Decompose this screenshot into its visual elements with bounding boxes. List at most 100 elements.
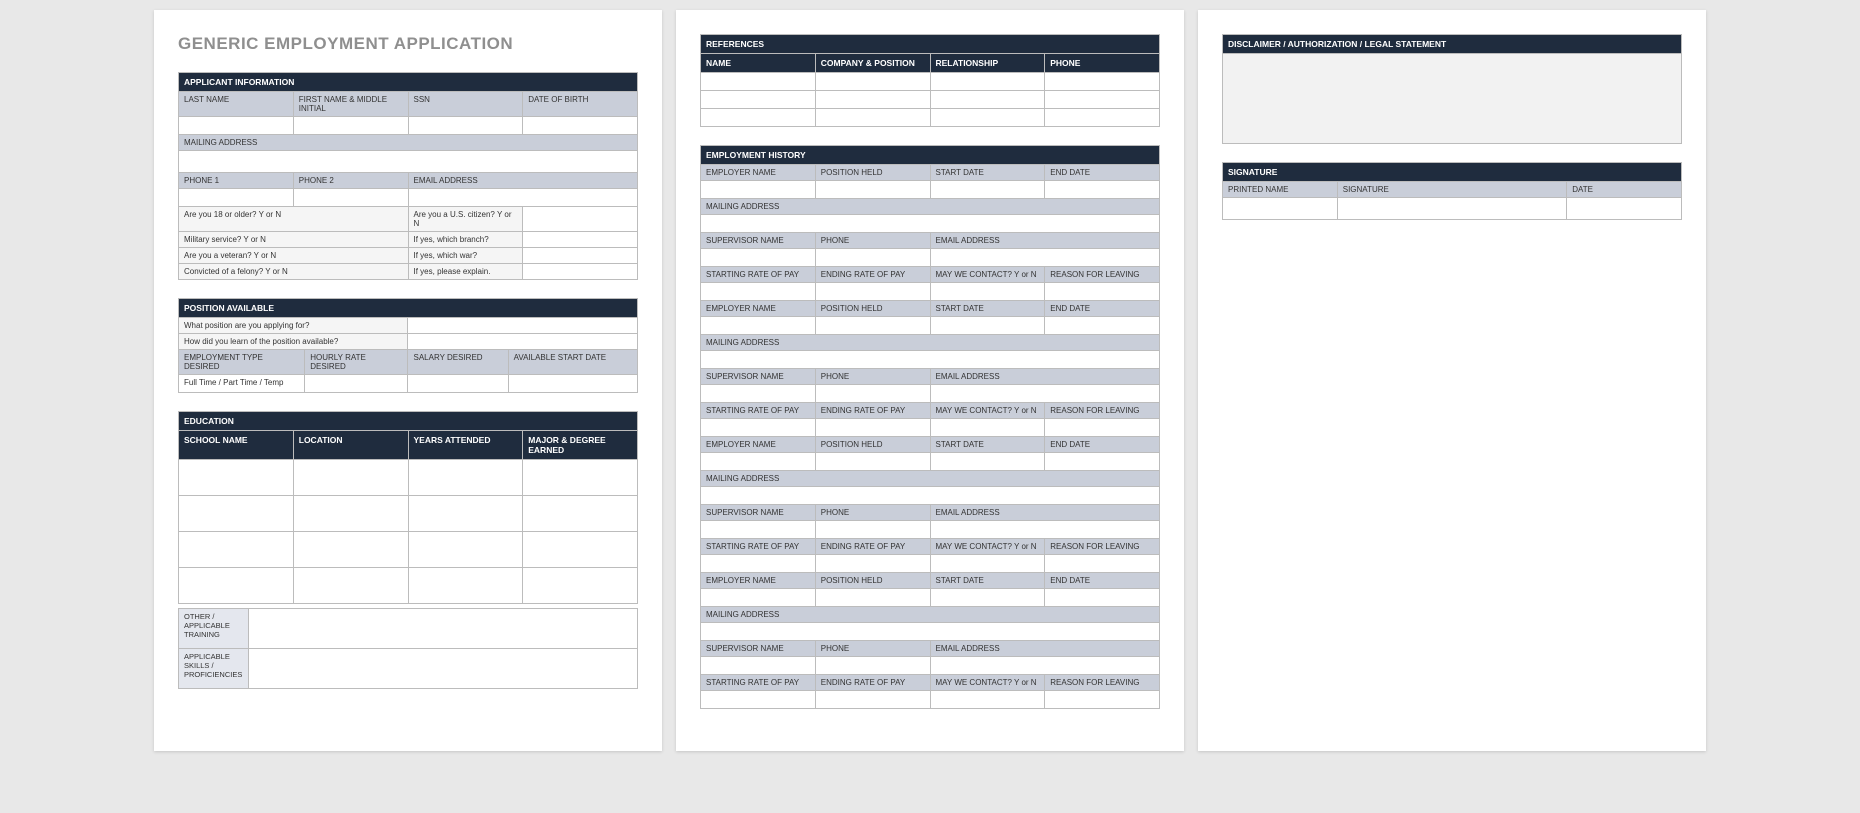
ref-r2-c1[interactable] (701, 91, 816, 109)
ref-r3-c1[interactable] (701, 109, 816, 127)
input-salary[interactable] (408, 375, 508, 393)
input-hourly[interactable] (305, 375, 408, 393)
emp4-email[interactable] (930, 657, 1160, 675)
emp2-position[interactable] (815, 317, 930, 335)
input-dob[interactable] (523, 117, 638, 135)
emp1-employer[interactable] (701, 181, 816, 199)
emp3-sup[interactable] (701, 521, 816, 539)
emp4-position[interactable] (815, 589, 930, 607)
emp1-end[interactable] (1045, 181, 1160, 199)
ref-r1-c4[interactable] (1045, 73, 1160, 91)
input-last-name[interactable] (179, 117, 294, 135)
edu-r2-c3[interactable] (408, 496, 523, 532)
emp4-mailing[interactable] (701, 623, 1160, 641)
edu-r4-c4[interactable] (523, 568, 638, 604)
input-skills[interactable] (249, 649, 638, 689)
ref-r2-c3[interactable] (930, 91, 1045, 109)
ref-r3-c3[interactable] (930, 109, 1045, 127)
input-phone1[interactable] (179, 189, 294, 207)
emp1-reason[interactable] (1045, 283, 1160, 301)
input-first-mi[interactable] (293, 117, 408, 135)
emp3-endpay[interactable] (815, 555, 930, 573)
ref-r1-c1[interactable] (701, 73, 816, 91)
ref-r2-c2[interactable] (815, 91, 930, 109)
input-citizen[interactable] (523, 207, 638, 232)
edu-r2-c4[interactable] (523, 496, 638, 532)
emp1-contact[interactable] (930, 283, 1045, 301)
input-email[interactable] (408, 189, 638, 207)
input-branch[interactable] (523, 232, 638, 248)
emp1-email[interactable] (930, 249, 1160, 267)
emp2-end[interactable] (1045, 317, 1160, 335)
emp1-position[interactable] (815, 181, 930, 199)
emp2-startpay[interactable] (701, 419, 816, 437)
input-applying[interactable] (408, 318, 638, 334)
input-mailing[interactable] (179, 151, 638, 173)
emp4-reason[interactable] (1045, 691, 1160, 709)
edu-r1-c3[interactable] (408, 460, 523, 496)
emp1-endpay[interactable] (815, 283, 930, 301)
emp2-mailing[interactable] (701, 351, 1160, 369)
emp2-reason[interactable] (1045, 419, 1160, 437)
edu-r1-c4[interactable] (523, 460, 638, 496)
emp2-email[interactable] (930, 385, 1160, 403)
input-learn[interactable] (408, 334, 638, 350)
ref-r2-c4[interactable] (1045, 91, 1160, 109)
edu-r2-c2[interactable] (293, 496, 408, 532)
emp3-start[interactable] (930, 453, 1045, 471)
ref-r3-c2[interactable] (815, 109, 930, 127)
emp1-phone[interactable] (815, 249, 930, 267)
input-signature[interactable] (1337, 198, 1567, 220)
input-ftpt[interactable]: Full Time / Part Time / Temp (179, 375, 305, 393)
emp3-position[interactable] (815, 453, 930, 471)
edu-r4-c1[interactable] (179, 568, 294, 604)
edu-r4-c3[interactable] (408, 568, 523, 604)
disclaimer-box[interactable] (1223, 54, 1682, 144)
edu-r3-c1[interactable] (179, 532, 294, 568)
emp3-contact[interactable] (930, 555, 1045, 573)
emp3-startpay[interactable] (701, 555, 816, 573)
emp4-end[interactable] (1045, 589, 1160, 607)
emp4-startpay[interactable] (701, 691, 816, 709)
edu-r3-c2[interactable] (293, 532, 408, 568)
edu-r1-c1[interactable] (179, 460, 294, 496)
ref-r1-c2[interactable] (815, 73, 930, 91)
input-explain[interactable] (523, 264, 638, 280)
input-date[interactable] (1567, 198, 1682, 220)
input-printed-name[interactable] (1223, 198, 1338, 220)
emp1-start[interactable] (930, 181, 1045, 199)
edu-r4-c2[interactable] (293, 568, 408, 604)
emp4-phone[interactable] (815, 657, 930, 675)
edu-r2-c1[interactable] (179, 496, 294, 532)
ref-r3-c4[interactable] (1045, 109, 1160, 127)
ref-r1-c3[interactable] (930, 73, 1045, 91)
input-avail-start[interactable] (508, 375, 637, 393)
emp3-email[interactable] (930, 521, 1160, 539)
emp4-contact[interactable] (930, 691, 1045, 709)
emp1-startpay[interactable] (701, 283, 816, 301)
emp4-endpay[interactable] (815, 691, 930, 709)
emp3-mailing[interactable] (701, 487, 1160, 505)
emp4-employer[interactable] (701, 589, 816, 607)
input-ssn[interactable] (408, 117, 523, 135)
edu-r3-c4[interactable] (523, 532, 638, 568)
input-other-training[interactable] (249, 609, 638, 649)
emp4-sup[interactable] (701, 657, 816, 675)
input-phone2[interactable] (293, 189, 408, 207)
emp2-sup[interactable] (701, 385, 816, 403)
emp2-employer[interactable] (701, 317, 816, 335)
input-war[interactable] (523, 248, 638, 264)
emp1-sup[interactable] (701, 249, 816, 267)
emp4-start[interactable] (930, 589, 1045, 607)
emp3-reason[interactable] (1045, 555, 1160, 573)
emp1-mailing[interactable] (701, 215, 1160, 233)
edu-r3-c3[interactable] (408, 532, 523, 568)
emp2-contact[interactable] (930, 419, 1045, 437)
emp2-endpay[interactable] (815, 419, 930, 437)
emp3-employer[interactable] (701, 453, 816, 471)
emp3-end[interactable] (1045, 453, 1160, 471)
edu-r1-c2[interactable] (293, 460, 408, 496)
emp2-phone[interactable] (815, 385, 930, 403)
emp2-start[interactable] (930, 317, 1045, 335)
emp3-phone[interactable] (815, 521, 930, 539)
